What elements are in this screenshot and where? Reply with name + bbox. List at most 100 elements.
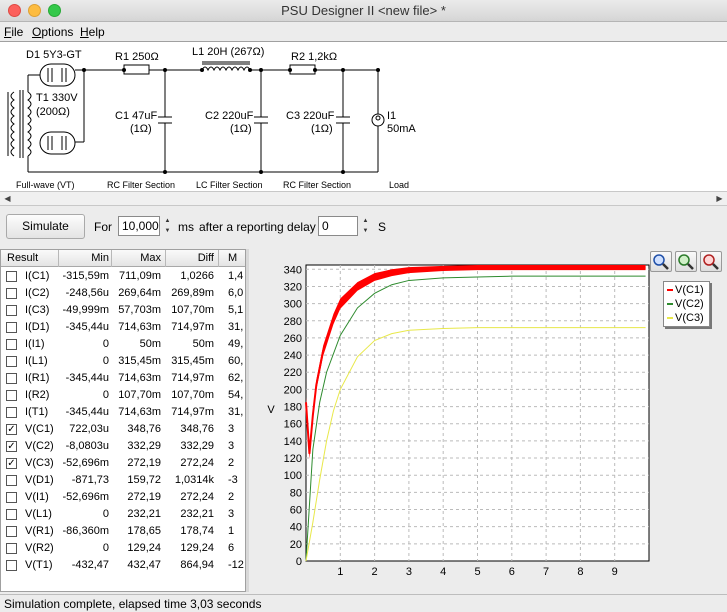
section-rc-filter-2: RC Filter Section bbox=[283, 180, 351, 190]
cell-min: -49,999m bbox=[62, 304, 109, 316]
schematic-canvas[interactable]: D1 5Y3-GT T1 330V (200Ω) R1 250Ω L1 20H … bbox=[0, 41, 727, 191]
col-m[interactable]: M bbox=[228, 252, 237, 264]
row-checkbox[interactable] bbox=[6, 509, 17, 520]
row-checkbox[interactable] bbox=[6, 526, 17, 537]
table-row[interactable]: I(D1) -345,44u 714,63m 714,97m 31, bbox=[1, 319, 245, 336]
menu-file[interactable]: File bbox=[4, 25, 23, 39]
table-row[interactable]: I(I1) 0 50m 50m 49, bbox=[1, 336, 245, 353]
stepper-down-icon[interactable]: ▼ bbox=[360, 226, 371, 236]
row-checkbox[interactable] bbox=[6, 560, 17, 571]
cell-diff: 864,94 bbox=[180, 559, 214, 571]
row-checkbox[interactable] bbox=[6, 288, 17, 299]
cell-result: V(T1) bbox=[25, 559, 53, 571]
row-checkbox[interactable] bbox=[6, 356, 17, 367]
stepper-up-icon[interactable]: ▲ bbox=[360, 216, 371, 226]
table-row[interactable]: I(C3) -49,999m 57,703m 107,70m 5,1 bbox=[1, 302, 245, 319]
scroll-left-icon[interactable]: ◀ bbox=[1, 193, 14, 205]
row-checkbox[interactable] bbox=[6, 390, 17, 401]
row-checkbox[interactable] bbox=[6, 407, 17, 418]
y-tick-label: 220 bbox=[284, 367, 302, 379]
menu-help[interactable]: Help bbox=[80, 25, 105, 39]
cell-result: I(D1) bbox=[25, 321, 50, 333]
menu-options[interactable]: Options bbox=[32, 25, 73, 39]
table-row[interactable]: V(D1) -871,73 159,72 1,0314k -3 bbox=[1, 472, 245, 489]
cell-max: 714,63m bbox=[118, 406, 161, 418]
row-checkbox[interactable] bbox=[6, 492, 17, 503]
cell-max: 432,47 bbox=[127, 559, 161, 571]
cell-min: -315,59m bbox=[62, 270, 109, 282]
row-checkbox[interactable] bbox=[6, 475, 17, 486]
y-tick-label: 120 bbox=[284, 453, 302, 465]
cell-max: 348,76 bbox=[127, 423, 161, 435]
cell-m: 1,4 bbox=[228, 270, 244, 282]
row-checkbox[interactable] bbox=[6, 322, 17, 333]
transformer-primary bbox=[10, 91, 15, 157]
row-checkbox[interactable] bbox=[6, 271, 17, 282]
simulate-button[interactable]: Simulate bbox=[6, 214, 85, 239]
table-row[interactable]: V(L1) 0 232,21 232,21 3 bbox=[1, 506, 245, 523]
table-row[interactable]: I(T1) -345,44u 714,63m 714,97m 31, bbox=[1, 404, 245, 421]
cell-max: 178,65 bbox=[127, 525, 161, 537]
table-row[interactable]: ✓ V(C3) -52,696m 272,19 272,24 2 bbox=[1, 455, 245, 472]
cell-min: -52,696m bbox=[62, 491, 109, 503]
table-row[interactable]: V(R1) -86,360m 178,65 178,74 1 bbox=[1, 523, 245, 540]
table-row[interactable]: I(C1) -315,59m 711,09m 1,0266 1,4 bbox=[1, 268, 245, 285]
row-checkbox[interactable]: ✓ bbox=[6, 458, 17, 469]
results-table[interactable]: Result Min Max Diff M I(C1) -315,59m 711,0… bbox=[0, 249, 246, 592]
cell-diff: 129,24 bbox=[180, 542, 214, 554]
row-checkbox[interactable]: ✓ bbox=[6, 441, 17, 452]
row-checkbox[interactable] bbox=[6, 373, 17, 384]
duration-input[interactable]: 10,000 bbox=[118, 216, 160, 236]
r1-label: R1 250Ω bbox=[115, 51, 159, 63]
row-checkbox[interactable] bbox=[6, 305, 17, 316]
table-row[interactable]: V(T1) -432,47 432,47 864,94 -12 bbox=[1, 557, 245, 574]
table-row[interactable]: I(R2) 0 107,70m 107,70m 54, bbox=[1, 387, 245, 404]
cell-diff: 714,97m bbox=[171, 321, 214, 333]
legend-entry: V(C1) bbox=[667, 284, 704, 296]
row-checkbox[interactable] bbox=[6, 543, 17, 554]
cell-result: V(L1) bbox=[25, 508, 52, 520]
cell-m: -3 bbox=[228, 474, 238, 486]
table-row[interactable]: ✓ V(C1) 722,03u 348,76 348,76 3 bbox=[1, 421, 245, 438]
cell-min: -86,360m bbox=[62, 525, 109, 537]
legend-entry: V(C3) bbox=[667, 312, 704, 324]
cell-result: I(R1) bbox=[25, 372, 50, 384]
chart-legend: V(C1) V(C2) V(C3) bbox=[663, 281, 710, 327]
cell-result: I(L1) bbox=[25, 355, 48, 367]
col-max[interactable]: Max bbox=[112, 252, 161, 264]
row-checkbox[interactable] bbox=[6, 339, 17, 350]
col-min[interactable]: Min bbox=[59, 252, 109, 264]
table-row[interactable]: I(R1) -345,44u 714,63m 714,97m 62, bbox=[1, 370, 245, 387]
i1-label: I1 bbox=[387, 110, 396, 122]
table-row[interactable]: V(R2) 0 129,24 129,24 6 bbox=[1, 540, 245, 557]
cell-diff: 714,97m bbox=[171, 406, 214, 418]
y-tick-label: 340 bbox=[284, 264, 302, 276]
x-tick-label: 2 bbox=[372, 566, 378, 578]
cell-diff: 269,89m bbox=[171, 287, 214, 299]
voltage-chart[interactable]: 0 20 40 60 80 100 120 140 160 180 200 220 240 260 280 3… bbox=[249, 249, 727, 592]
cell-result: I(C3) bbox=[25, 304, 50, 316]
cell-diff: 332,29 bbox=[180, 440, 214, 452]
table-row[interactable]: I(C2) -248,56u 269,64m 269,89m 6,0 bbox=[1, 285, 245, 302]
section-rc-filter-1: RC Filter Section bbox=[107, 180, 175, 190]
stepper-up-icon[interactable]: ▲ bbox=[162, 216, 173, 226]
legend-entry: V(C2) bbox=[667, 298, 704, 310]
table-row[interactable]: V(I1) -52,696m 272,19 272,24 2 bbox=[1, 489, 245, 506]
col-diff[interactable]: Diff bbox=[166, 252, 214, 264]
table-row[interactable]: I(L1) 0 315,45m 315,45m 60, bbox=[1, 353, 245, 370]
schematic-horizontal-scrollbar[interactable]: ◀ ▶ bbox=[0, 191, 727, 206]
cell-diff: 107,70m bbox=[171, 389, 214, 401]
r2-label: R2 1,2kΩ bbox=[291, 51, 337, 63]
x-tick-label: 7 bbox=[543, 566, 549, 578]
scroll-right-icon[interactable]: ▶ bbox=[713, 193, 726, 205]
delay-stepper[interactable]: ▲ ▼ bbox=[360, 216, 371, 236]
y-tick-label: 160 bbox=[284, 419, 302, 431]
row-checkbox[interactable]: ✓ bbox=[6, 424, 17, 435]
duration-stepper[interactable]: ▲ ▼ bbox=[162, 216, 173, 236]
table-row[interactable]: ✓ V(C2) -8,0803u 332,29 332,29 3 bbox=[1, 438, 245, 455]
stepper-down-icon[interactable]: ▼ bbox=[162, 226, 173, 236]
cell-m: 6 bbox=[228, 542, 235, 554]
col-result[interactable]: Result bbox=[7, 252, 38, 264]
delay-label: after a reporting delay of bbox=[199, 220, 330, 234]
delay-input[interactable]: 0 bbox=[318, 216, 358, 236]
